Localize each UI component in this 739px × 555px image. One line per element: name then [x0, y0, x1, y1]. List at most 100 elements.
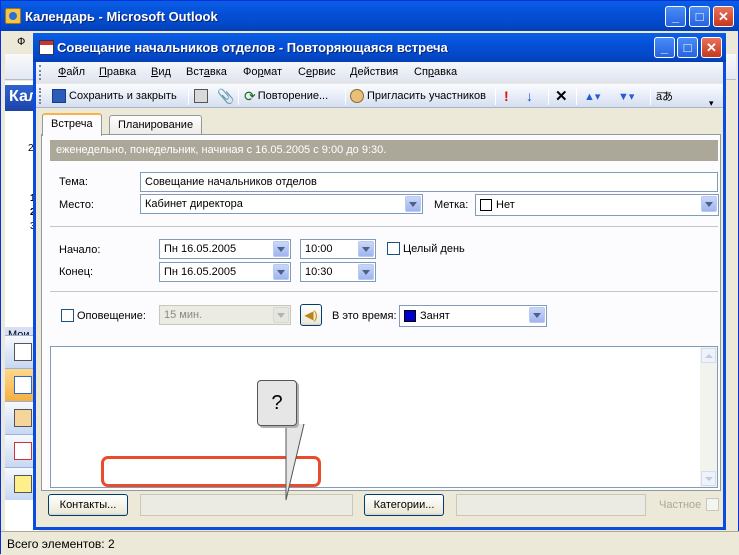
- attach-file-button[interactable]: 📎: [217, 87, 234, 105]
- print-button[interactable]: [194, 87, 211, 105]
- end-date-dropdown-button[interactable]: [273, 264, 289, 280]
- tab-appointment[interactable]: Встреча: [42, 113, 102, 136]
- menu-view[interactable]: Вид: [151, 66, 171, 78]
- end-label: Конец:: [59, 266, 94, 278]
- minimize-button[interactable]: _: [654, 37, 675, 58]
- spelling-button[interactable]: a͞あ: [656, 87, 673, 105]
- appointment-title-bar: Совещание начальников отделов - Повторяю…: [33, 33, 726, 62]
- end-time-input[interactable]: 10:30: [300, 262, 376, 282]
- start-date-dropdown-button[interactable]: [273, 241, 289, 257]
- question-callout: ?: [257, 380, 297, 426]
- next-item-button[interactable]: ▼▾: [618, 87, 634, 105]
- label-select[interactable]: Нет: [475, 194, 719, 216]
- end-date-input[interactable]: Пн 16.05.2005: [159, 262, 291, 282]
- invite-icon: [350, 89, 364, 103]
- importance-high-button[interactable]: !: [504, 87, 509, 105]
- subject-label: Тема:: [59, 176, 88, 188]
- reminder-checkbox[interactable]: [61, 309, 74, 322]
- recurrence-info-bar: еженедельно, понедельник, начиная с 16.0…: [50, 140, 718, 161]
- toolbar-separator: [650, 87, 651, 105]
- toolbar-options-button[interactable]: ▾: [709, 94, 714, 112]
- outlook-app-icon: [5, 8, 21, 24]
- contacts-button[interactable]: Контакты...: [48, 494, 128, 516]
- mail-icon: [14, 343, 32, 361]
- invite-attendees-button[interactable]: Пригласить участников: [350, 87, 486, 105]
- busy-color-swatch: [404, 310, 416, 322]
- chevron-down-icon: [277, 312, 285, 318]
- chevron-down-icon: [533, 312, 541, 318]
- attach-icon: 📎: [217, 87, 235, 104]
- menu-help[interactable]: Справка: [414, 66, 457, 78]
- show-as-select[interactable]: Занят: [399, 305, 547, 327]
- recurrence-icon: ⟳: [244, 87, 256, 104]
- menu-bar: Файл Правка Вид Вставка Формат Сервис Де…: [36, 62, 723, 83]
- recurrence-button[interactable]: ⟳ Повторение...: [244, 87, 328, 105]
- toolbar-separator: [495, 87, 496, 105]
- divider: [50, 226, 718, 227]
- chevron-down-icon: [409, 201, 417, 207]
- start-time-input[interactable]: 10:00: [300, 239, 376, 259]
- appointment-panel: еженедельно, понедельник, начиная с 16.0…: [41, 134, 721, 491]
- menu-insert[interactable]: Вставка: [186, 66, 227, 78]
- tab-scheduling[interactable]: Планирование: [109, 115, 203, 135]
- end-time-dropdown-button[interactable]: [358, 264, 374, 280]
- private-label: Частное: [659, 499, 702, 511]
- menu-grip: [39, 65, 42, 80]
- location-dropdown-button[interactable]: [405, 196, 421, 212]
- reminder-dropdown-button[interactable]: [273, 307, 289, 323]
- importance-low-icon: ↓: [526, 88, 533, 104]
- menu-actions[interactable]: Действия: [350, 66, 398, 78]
- main-close-button[interactable]: ✕: [713, 6, 734, 27]
- close-button[interactable]: ✕: [701, 37, 722, 58]
- reminder-sound-button[interactable]: ◀): [300, 304, 322, 326]
- save-and-close-button[interactable]: Сохранить и закрыть: [52, 87, 177, 105]
- all-day-label: Целый день: [403, 243, 465, 255]
- notes-scrollbar[interactable]: [700, 347, 717, 487]
- categories-input[interactable]: [456, 494, 646, 516]
- importance-low-button[interactable]: ↓: [526, 87, 533, 105]
- contacts-input[interactable]: [140, 494, 353, 516]
- maximize-button[interactable]: □: [677, 37, 698, 58]
- private-checkbox[interactable]: [706, 498, 719, 511]
- toolbar-separator: [188, 87, 189, 105]
- scroll-up-button[interactable]: [701, 348, 716, 363]
- arrow-up-icon: [704, 353, 713, 358]
- toolbar-separator: [238, 87, 239, 105]
- main-minimize-button[interactable]: _: [665, 6, 686, 27]
- reminder-select[interactable]: 15 мин.: [159, 305, 291, 325]
- show-as-label: В это время:: [332, 310, 397, 322]
- show-as-dropdown-button[interactable]: [529, 307, 545, 323]
- subject-input[interactable]: Совещание начальников отделов: [140, 172, 718, 192]
- main-maximize-button[interactable]: □: [689, 6, 710, 27]
- speaker-icon: ◀): [304, 308, 318, 322]
- main-title-bar: Календарь - Microsoft Outlook _ □ ✕: [1, 1, 739, 31]
- print-icon: [194, 89, 208, 103]
- toolbar-separator: [576, 87, 577, 105]
- start-time-dropdown-button[interactable]: [358, 241, 374, 257]
- menu-file[interactable]: Файл: [58, 66, 85, 78]
- save-icon: [52, 89, 66, 103]
- menu-edit[interactable]: Правка: [99, 66, 136, 78]
- next-item-icon: ▼▾: [618, 90, 635, 103]
- tasks-icon: [14, 442, 32, 460]
- importance-high-icon: !: [504, 88, 509, 104]
- status-item-count: Всего элементов: 2: [7, 537, 115, 551]
- scroll-down-button[interactable]: [701, 471, 716, 486]
- menu-tools[interactable]: Сервис: [298, 66, 336, 78]
- contacts-icon: [14, 409, 32, 427]
- label-dropdown-button[interactable]: [701, 196, 717, 212]
- reminder-label: Оповещение:: [77, 310, 146, 322]
- location-label: Место:: [59, 199, 94, 211]
- all-day-checkbox[interactable]: [387, 242, 400, 255]
- categories-button[interactable]: Категории...: [364, 494, 444, 516]
- main-menu-file[interactable]: Ф: [17, 36, 25, 48]
- menu-format[interactable]: Формат: [243, 66, 282, 78]
- start-date-input[interactable]: Пн 16.05.2005: [159, 239, 291, 259]
- delete-button[interactable]: ✕: [555, 87, 568, 105]
- location-combobox[interactable]: Кабинет директора: [140, 194, 423, 214]
- previous-item-button[interactable]: ▲▾: [584, 87, 600, 105]
- appointment-window-icon: [39, 40, 54, 55]
- chevron-down-icon: [362, 246, 370, 252]
- arrow-down-icon: [704, 476, 713, 481]
- start-label: Начало:: [59, 244, 101, 256]
